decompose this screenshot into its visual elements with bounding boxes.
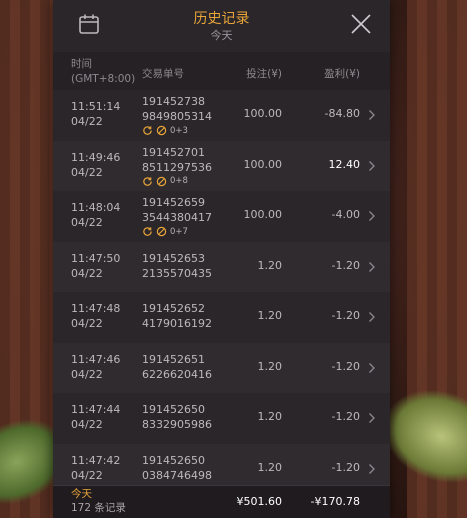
row-time: 11:47:46 <box>71 352 121 366</box>
row-time: 11:47:42 <box>71 453 121 467</box>
row-date: 04/22 <box>71 468 103 482</box>
row-extra: 0+8 <box>142 175 188 188</box>
chevron-right-icon[interactable] <box>368 362 376 374</box>
history-panel: 历史记录 今天 时间 (GMT+8:00) 交易单号 投注(¥) 盈利(¥) 1… <box>53 0 390 518</box>
record-row[interactable]: 11:51:14 04/22 191452738 9849805314 0+3 10… <box>53 90 390 141</box>
row-profit: -1.20 <box>331 359 360 373</box>
row-time: 11:51:14 <box>71 100 121 113</box>
row-order-line2: 8332905986 <box>142 418 212 431</box>
row-date: 04/22 <box>71 367 103 381</box>
row-order-line2: 6226620416 <box>142 367 212 381</box>
column-profit: 盈利(¥) <box>324 68 360 80</box>
row-order-line2: 2135570435 <box>142 266 212 280</box>
row-order-line1: 191452652 <box>142 302 205 315</box>
row-order-line1: 191452738 <box>142 95 205 108</box>
column-time: 时间 (GMT+8:00) <box>71 57 135 87</box>
row-bet: 100.00 <box>243 107 283 120</box>
row-extra: 0+3 <box>142 124 188 137</box>
row-time: 11:47:48 <box>71 302 121 315</box>
row-bet: 1.20 <box>257 410 283 423</box>
row-extra-text: 0+3 <box>170 125 188 136</box>
column-time-zone: (GMT+8:00) <box>71 73 136 85</box>
row-order-line2: 0384746498 <box>142 468 212 482</box>
row-bet: 1.20 <box>257 359 283 373</box>
row-time: 11:49:46 <box>71 150 121 164</box>
row-date: 04/22 <box>71 317 103 330</box>
row-order-line2: 9849805314 <box>142 110 212 123</box>
record-row[interactable]: 11:49:46 04/22 191452701 8511297536 0+8 10… <box>53 140 390 191</box>
chevron-right-icon[interactable] <box>368 160 376 172</box>
row-bet: 100.00 <box>243 157 283 171</box>
row-order-line2: 4179016192 <box>142 317 212 330</box>
no-entry-icon <box>156 176 167 186</box>
row-time: 11:47:50 <box>71 251 121 265</box>
chevron-right-icon[interactable] <box>368 210 376 222</box>
close-icon[interactable] <box>350 13 372 35</box>
row-bet: 100.00 <box>243 208 283 221</box>
row-date: 04/22 <box>71 418 103 431</box>
chevron-right-icon[interactable] <box>368 412 376 424</box>
row-profit: 12.40 <box>328 157 361 171</box>
row-date: 04/22 <box>71 266 103 280</box>
chevron-right-icon[interactable] <box>368 109 376 121</box>
footer-total-profit: -¥170.78 <box>310 495 360 508</box>
column-bet: 投注(¥) <box>246 68 282 80</box>
column-header: 时间 (GMT+8:00) 交易单号 投注(¥) 盈利(¥) <box>53 52 390 90</box>
chevron-right-icon[interactable] <box>368 261 376 273</box>
row-profit: -1.20 <box>331 258 360 272</box>
row-order-line2: 3544380417 <box>142 211 212 224</box>
row-order-line1: 191452653 <box>142 251 205 265</box>
row-profit: -4.00 <box>331 208 360 221</box>
row-order-line1: 191452651 <box>142 352 205 366</box>
column-order: 交易单号 <box>142 68 184 80</box>
row-profit: -84.80 <box>324 107 360 120</box>
page-title: 历史记录 <box>193 11 250 27</box>
row-profit: -1.20 <box>331 460 360 474</box>
row-order-line1: 191452701 <box>142 145 205 159</box>
record-row[interactable]: 11:47:50 04/22 191452653 2135570435 1.20 -… <box>53 241 390 292</box>
summary-footer: 今天 172 条记录 ¥501.60 -¥170.78 <box>53 485 390 518</box>
row-order-line2: 8511297536 <box>142 160 212 174</box>
record-row[interactable]: 11:48:04 04/22 191452659 3544380417 0+7 10… <box>53 191 390 242</box>
row-time: 11:47:44 <box>71 403 121 416</box>
footer-record-count: 172 条记录 <box>71 502 126 514</box>
row-extra-text: 0+7 <box>170 226 188 237</box>
row-bet: 1.20 <box>257 258 283 272</box>
row-date: 04/22 <box>71 165 103 179</box>
row-time: 11:48:04 <box>71 201 121 214</box>
chevron-right-icon[interactable] <box>368 311 376 323</box>
record-row[interactable]: 11:47:48 04/22 191452652 4179016192 1.20 -… <box>53 292 390 343</box>
record-row[interactable]: 11:47:46 04/22 191452651 6226620416 1.20 -… <box>53 342 390 393</box>
row-order-line1: 191452659 <box>142 196 205 209</box>
top-bar: 历史记录 今天 <box>53 0 390 52</box>
record-row[interactable]: 11:47:44 04/22 191452650 8332905986 1.20 -… <box>53 393 390 444</box>
row-profit: -1.20 <box>331 410 360 423</box>
record-row[interactable]: 11:47:42 04/22 191452650 0384746498 1.20 -… <box>53 443 390 486</box>
row-order-line1: 191452650 <box>142 403 205 416</box>
row-extra: 0+7 <box>142 225 188 238</box>
footer-period-label: 今天 <box>71 488 92 500</box>
row-bet: 1.20 <box>257 309 283 322</box>
row-order-line1: 191452650 <box>142 453 205 467</box>
row-extra-text: 0+8 <box>170 176 188 186</box>
no-entry-icon <box>156 125 167 136</box>
row-date: 04/22 <box>71 115 103 128</box>
column-time-label: 时间 <box>71 58 92 70</box>
row-date: 04/22 <box>71 216 103 229</box>
record-list[interactable]: 11:51:14 04/22 191452738 9849805314 0+3 10… <box>53 90 390 486</box>
refresh-icon <box>143 227 152 236</box>
no-entry-icon <box>156 226 167 237</box>
page-subtitle: 今天 <box>210 29 233 42</box>
refresh-icon <box>143 126 152 135</box>
chevron-right-icon[interactable] <box>368 463 376 475</box>
footer-total-bet: ¥501.60 <box>236 495 283 508</box>
refresh-icon <box>143 176 152 186</box>
row-bet: 1.20 <box>257 460 283 474</box>
row-profit: -1.20 <box>331 309 360 322</box>
